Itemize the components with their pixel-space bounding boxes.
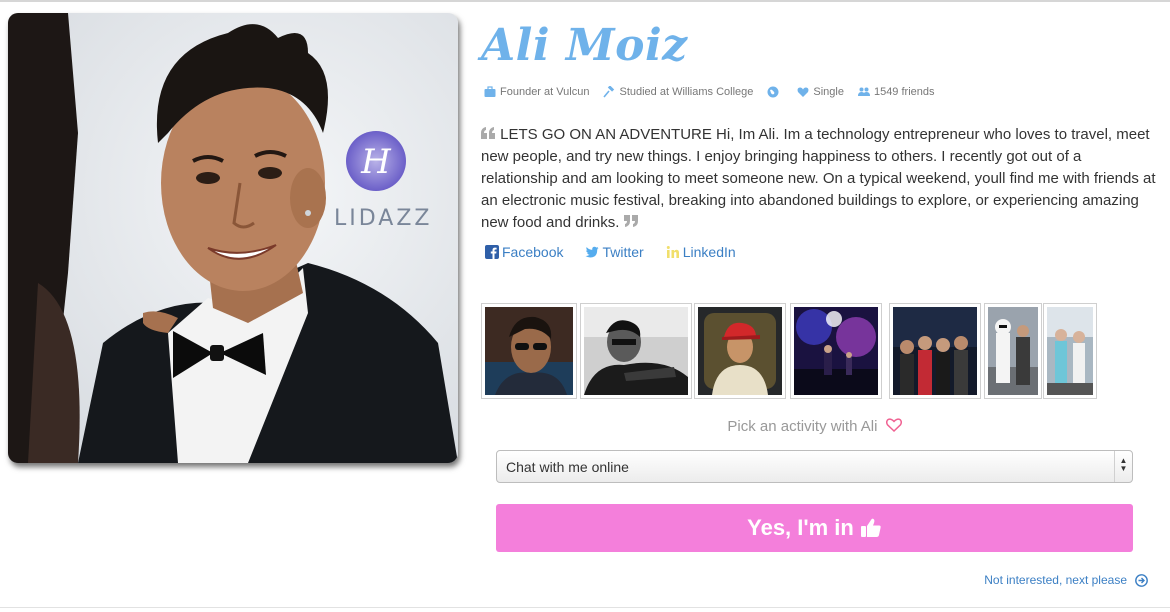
twitter-link[interactable]: Twitter	[585, 244, 644, 260]
yes-button-label: Yes, I'm in	[747, 515, 854, 540]
profile-photo[interactable]: H LIDAZZ	[8, 13, 458, 463]
meta-relationship-text: Single	[813, 86, 844, 98]
meta-relationship: Single	[797, 86, 844, 98]
heart-icon	[797, 86, 809, 98]
activity-select-value: Chat with me online	[506, 459, 629, 475]
gallery-photo[interactable]	[694, 303, 786, 399]
svg-text:H: H	[360, 142, 392, 182]
twitter-icon	[585, 245, 599, 259]
heart-outline-icon	[885, 418, 902, 433]
gallery-photo[interactable]	[580, 303, 692, 399]
bottom-border	[0, 607, 1170, 608]
gallery-photo[interactable]	[889, 303, 981, 399]
select-arrows-icon: ▲ ▼	[1114, 451, 1132, 482]
profile-bio: LETS GO ON AN ADVENTURE Hi, Im Ali. Im a…	[481, 124, 1156, 234]
activity-prompt: Pick an activity with Ali	[496, 418, 1133, 435]
meta-location	[767, 86, 783, 98]
briefcase-icon	[484, 86, 496, 98]
activity-prompt-text: Pick an activity with Ali	[727, 418, 878, 435]
not-interested-label: Not interested, next please	[984, 573, 1127, 587]
not-interested-link[interactable]: Not interested, next please	[984, 573, 1148, 587]
gallery-photo[interactable]	[1043, 303, 1097, 399]
thumbs-up-icon	[860, 517, 882, 539]
linkedin-icon	[666, 245, 680, 259]
quote-open-icon	[481, 127, 496, 139]
profile-name: Ali Moiz	[481, 20, 688, 71]
meta-work: Founder at Vulcun	[484, 86, 589, 98]
gallery-photo[interactable]	[481, 303, 577, 399]
facebook-label: Facebook	[502, 244, 564, 260]
photo-logo-text: LIDAZZ	[334, 206, 433, 231]
gallery-photo[interactable]	[984, 303, 1042, 399]
linkedin-link[interactable]: LinkedIn	[666, 244, 736, 260]
linkedin-label: LinkedIn	[682, 244, 736, 260]
arrow-circle-right-icon	[1135, 573, 1148, 587]
gallery-photo[interactable]	[790, 303, 882, 399]
facebook-link[interactable]: Facebook	[485, 244, 563, 260]
quote-close-icon	[623, 215, 639, 227]
meta-education: Studied at Williams College	[603, 86, 753, 98]
facebook-icon	[485, 245, 499, 259]
globe-icon	[767, 86, 779, 98]
twitter-label: Twitter	[602, 244, 644, 260]
meta-work-text: Founder at Vulcun	[500, 86, 590, 98]
activity-select[interactable]: Chat with me online ▲ ▼	[496, 450, 1133, 483]
bio-text: LETS GO ON AN ADVENTURE Hi, Im Ali. Im a…	[481, 126, 1156, 231]
group-icon	[857, 86, 870, 98]
top-border	[0, 0, 1170, 2]
meta-friends: 1549 friends	[857, 86, 935, 98]
yes-im-in-button[interactable]: Yes, I'm in	[496, 504, 1133, 552]
meta-education-text: Studied at Williams College	[619, 86, 754, 98]
gavel-icon	[603, 86, 615, 98]
social-links: Facebook Twitter LinkedIn	[485, 244, 758, 260]
meta-friends-text: 1549 friends	[873, 86, 935, 98]
profile-meta: Founder at Vulcun Studied at Williams Co…	[484, 86, 949, 98]
